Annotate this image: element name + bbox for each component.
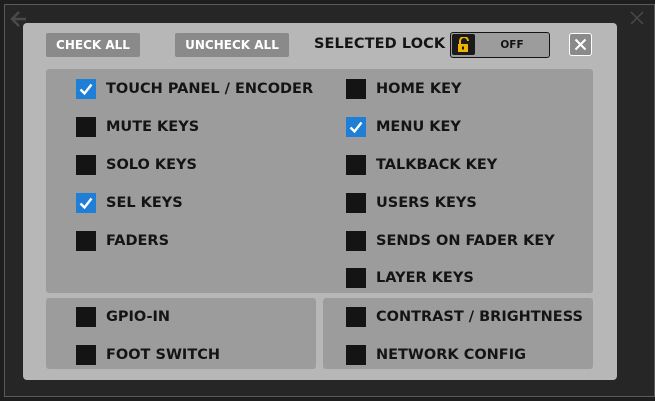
checkbox[interactable] [346, 117, 366, 137]
option-label: USERS KEYS [376, 195, 477, 211]
lock-option-network-config[interactable]: NETWORK CONFIG [346, 344, 526, 366]
option-label: GPIO-IN [106, 309, 171, 325]
option-label: MENU KEY [376, 119, 461, 135]
lock-state-text: OFF [500, 39, 524, 51]
lock-option-sends-on-fader-key[interactable]: SENDS ON FADER KEY [346, 230, 555, 252]
lock-option-mute-keys[interactable]: MUTE KEYS [76, 116, 199, 138]
lock-option-touch-panel-encoder[interactable]: TOUCH PANEL / ENCODER [76, 78, 313, 100]
option-label: SEL KEYS [106, 195, 183, 211]
option-label: HOME KEY [376, 81, 462, 97]
uncheck-all-button[interactable]: UNCHECK ALL [175, 33, 289, 57]
checkbox[interactable] [346, 155, 366, 175]
lock-option-solo-keys[interactable]: SOLO KEYS [76, 154, 197, 176]
selected-lock-toggle[interactable]: OFF [450, 32, 550, 58]
main-lock-options-panel: TOUCH PANEL / ENCODER MUTE KEYS SOLO KEY… [46, 69, 593, 293]
lock-option-sel-keys[interactable]: SEL KEYS [76, 192, 183, 214]
bottom-right-lock-options-panel: CONTRAST / BRIGHTNESS NETWORK CONFIG [323, 298, 593, 369]
close-icon [574, 38, 587, 51]
option-label: NETWORK CONFIG [376, 347, 527, 363]
lock-option-menu-key[interactable]: MENU KEY [346, 116, 461, 138]
option-label: MUTE KEYS [106, 119, 200, 135]
checkbox[interactable] [346, 193, 366, 213]
lock-option-contrast-brightness[interactable]: CONTRAST / BRIGHTNESS [346, 306, 583, 328]
lock-option-users-keys[interactable]: USERS KEYS [346, 192, 477, 214]
option-label: FOOT SWITCH [106, 347, 220, 363]
selected-lock-label: SELECTED LOCK [314, 36, 446, 52]
checkbox[interactable] [76, 307, 96, 327]
checkbox[interactable] [346, 345, 366, 365]
checkbox[interactable] [346, 268, 366, 288]
option-label: SENDS ON FADER KEY [376, 233, 555, 249]
checkbox[interactable] [76, 345, 96, 365]
lock-option-gpio-in[interactable]: GPIO-IN [76, 306, 170, 328]
checkbox[interactable] [76, 155, 96, 175]
close-button[interactable] [569, 33, 592, 56]
lock-option-foot-switch[interactable]: FOOT SWITCH [76, 344, 220, 366]
option-label: SOLO KEYS [106, 157, 197, 173]
lock-option-home-key[interactable]: HOME KEY [346, 78, 462, 100]
unlocked-padlock-icon [452, 34, 475, 55]
checkbox[interactable] [76, 193, 96, 213]
checkbox[interactable] [346, 79, 366, 99]
checkmark-icon [79, 197, 93, 210]
bottom-left-lock-options-panel: GPIO-IN FOOT SWITCH [46, 298, 316, 369]
checkbox[interactable] [76, 79, 96, 99]
option-label: TALKBACK KEY [376, 157, 498, 173]
lock-option-talkback-key[interactable]: TALKBACK KEY [346, 154, 497, 176]
checkbox[interactable] [76, 117, 96, 137]
lock-option-faders[interactable]: FADERS [76, 230, 169, 252]
check-all-button[interactable]: CHECK ALL [46, 33, 140, 57]
option-label: LAYER KEYS [376, 270, 474, 286]
option-label: CONTRAST / BRIGHTNESS [376, 309, 583, 325]
background-close-icon[interactable] [629, 10, 645, 26]
checkbox[interactable] [346, 307, 366, 327]
option-label: FADERS [106, 233, 170, 249]
checkbox[interactable] [346, 231, 366, 251]
selected-lock-dialog: CHECK ALL UNCHECK ALL SELECTED LOCK OFF … [23, 23, 617, 380]
checkbox[interactable] [76, 231, 96, 251]
lock-option-layer-keys[interactable]: LAYER KEYS [346, 267, 474, 289]
checkmark-icon [349, 121, 363, 134]
checkmark-icon [79, 83, 93, 96]
option-label: TOUCH PANEL / ENCODER [106, 81, 314, 97]
